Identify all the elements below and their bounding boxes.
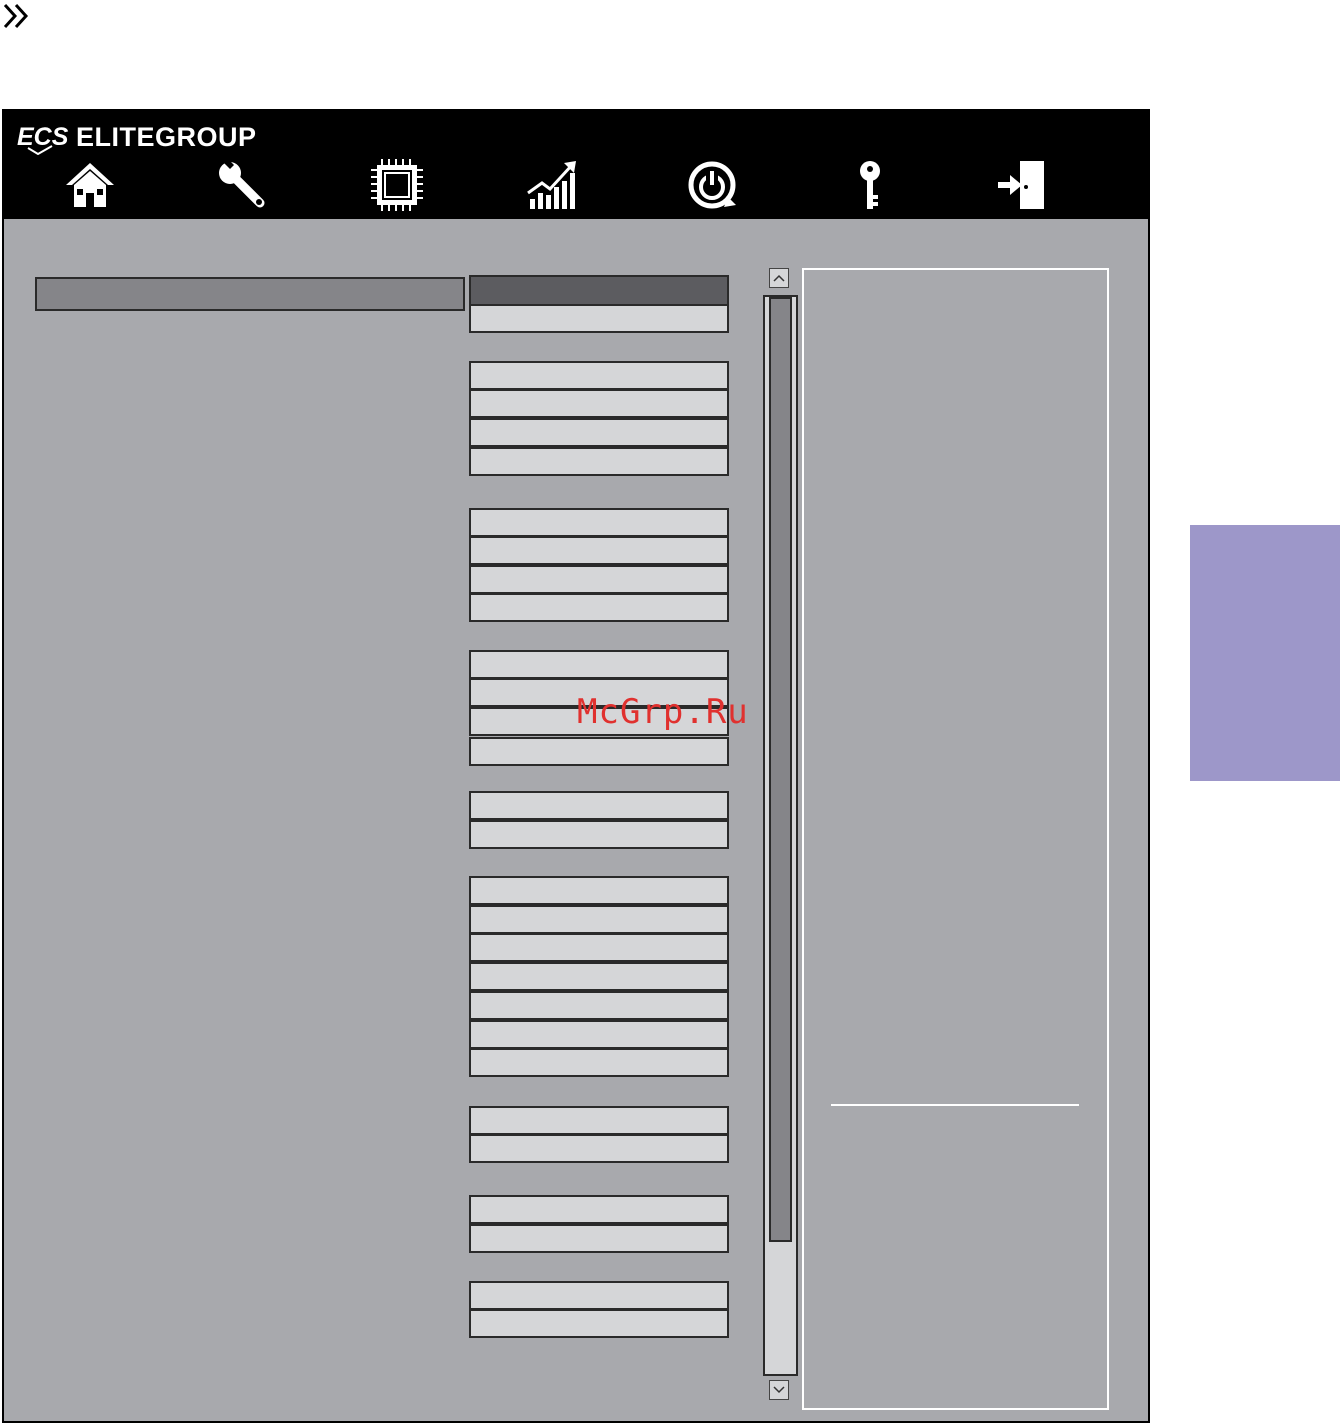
nav-exit[interactable] [987, 155, 1057, 215]
option-cell[interactable] [469, 791, 729, 820]
nav-performance[interactable] [517, 155, 587, 215]
nav-security[interactable] [835, 155, 905, 215]
nav-advanced[interactable] [207, 155, 277, 215]
ecs-logo: ECS [17, 123, 69, 155]
brand: ECS ELITEGROUP [16, 117, 257, 157]
bios-window: ECS ELITEGROUP [2, 109, 1150, 1423]
option-cell[interactable] [469, 1195, 729, 1224]
option-cell-selected[interactable] [469, 275, 729, 307]
option-cell[interactable] [469, 361, 729, 390]
main-nav [4, 155, 1148, 215]
chevron-down-icon [773, 1386, 785, 1394]
option-cell[interactable] [469, 536, 729, 565]
scroll-up-button[interactable] [769, 268, 789, 288]
option-cell[interactable] [469, 508, 729, 537]
watermark: McGrp.Ru [577, 692, 749, 732]
option-cell[interactable] [469, 820, 729, 849]
option-cell[interactable] [469, 565, 729, 594]
selected-item-row[interactable] [35, 277, 465, 311]
option-cell[interactable] [469, 1020, 729, 1049]
power-icon [688, 161, 736, 209]
key-icon [860, 161, 880, 209]
option-cell[interactable] [469, 447, 729, 476]
option-cell[interactable] [469, 737, 729, 766]
option-cell[interactable] [469, 1106, 729, 1135]
option-cell[interactable] [469, 389, 729, 418]
option-cell[interactable] [469, 1224, 729, 1253]
home-icon [66, 163, 114, 207]
svg-text:ECS: ECS [17, 123, 69, 151]
option-cell[interactable] [469, 962, 729, 991]
chapter-side-tab [1190, 525, 1340, 781]
option-cell[interactable] [469, 1309, 729, 1338]
double-chevron-right-icon [2, 2, 32, 30]
header-bar: ECS ELITEGROUP [4, 111, 1148, 219]
nav-home[interactable] [55, 155, 125, 215]
scrollbar-track[interactable] [763, 295, 798, 1376]
exit-door-icon [998, 161, 1044, 209]
nav-chipset[interactable] [362, 155, 432, 215]
option-cell[interactable] [469, 876, 729, 905]
wrench-icon [219, 159, 265, 208]
chip-icon [371, 159, 423, 211]
option-cell[interactable] [469, 593, 729, 622]
scrollbar-thumb[interactable] [769, 297, 792, 1242]
option-cell[interactable] [469, 1281, 729, 1310]
nav-power[interactable] [677, 155, 747, 215]
scroll-down-button[interactable] [769, 1380, 789, 1400]
option-cell[interactable] [469, 1048, 729, 1077]
brand-name: ELITEGROUP [76, 121, 257, 152]
performance-chart-icon [527, 161, 576, 209]
option-cell[interactable] [469, 991, 729, 1020]
chevron-up-icon [773, 274, 785, 282]
option-cell[interactable] [469, 905, 729, 934]
option-cell[interactable] [469, 1134, 729, 1163]
option-cell[interactable] [469, 304, 729, 333]
help-divider [831, 1104, 1079, 1106]
help-panel [802, 268, 1109, 1410]
option-cell[interactable] [469, 650, 729, 679]
option-cell[interactable] [469, 418, 729, 447]
option-cell[interactable] [469, 933, 729, 962]
